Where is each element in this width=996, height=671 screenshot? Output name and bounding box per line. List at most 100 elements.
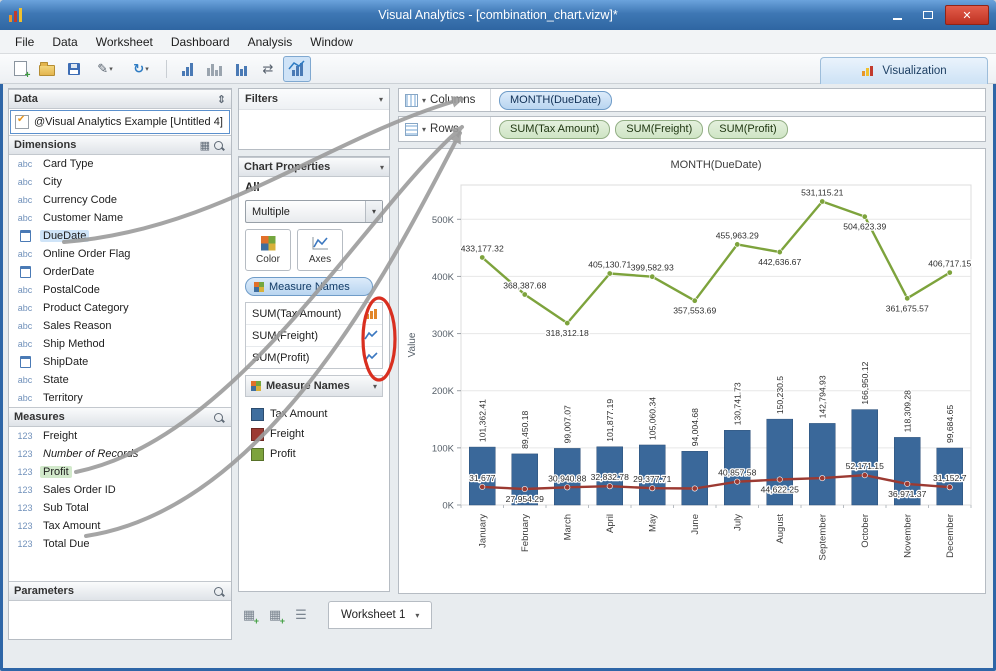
tab-worksheet-1[interactable]: Worksheet 1 ▾ [328, 601, 433, 629]
dimension-item-territory[interactable]: Territory [9, 389, 231, 407]
measure-item-freight[interactable]: Freight [9, 427, 231, 445]
properties-buttons: Color Axes [245, 229, 383, 271]
new-worksheet-button[interactable]: ▦ [238, 604, 260, 626]
chevron-down-icon[interactable]: ▾ [422, 96, 426, 105]
series-row-freight[interactable]: SUM(Freight) [246, 325, 382, 347]
series-label: SUM(Freight) [252, 329, 319, 342]
pill-month-duedate[interactable]: MONTH(DueDate) [499, 90, 613, 110]
text-type-icon [14, 393, 36, 403]
measure-item-sales-order-id[interactable]: Sales Order ID [9, 481, 231, 499]
bar-chart-type-icon[interactable] [365, 308, 378, 320]
line-chart-type-icon[interactable] [364, 351, 378, 364]
data-panel: Data ⇕ @Visual Analytics Example [Untitl… [8, 88, 232, 640]
datasource-row[interactable]: @Visual Analytics Example [Untitled 4] [10, 110, 230, 134]
svg-text:December: December [945, 514, 956, 558]
legend-item-profit[interactable]: Profit [247, 445, 381, 463]
menu-window[interactable]: Window [301, 30, 362, 53]
view-as-table-icon[interactable]: ▦ [200, 139, 210, 152]
dimension-item-shipdate[interactable]: ShipDate [9, 353, 231, 371]
measure-item-sub-total[interactable]: Sub Total [9, 499, 231, 517]
menu-file[interactable]: File [6, 30, 43, 53]
dimension-item-customer-name[interactable]: Customer Name [9, 209, 231, 227]
open-button[interactable] [35, 57, 59, 81]
menu-analysis[interactable]: Analysis [239, 30, 302, 53]
axes-button[interactable]: Axes [297, 229, 343, 271]
series-row-profit[interactable]: SUM(Profit) [246, 347, 382, 368]
measure-item-tax-amount[interactable]: Tax Amount [9, 517, 231, 535]
titlebar[interactable]: Visual Analytics - [combination_chart.vi… [0, 0, 996, 30]
dimension-item-city[interactable]: City [9, 173, 231, 191]
measure-label: Sales Order ID [43, 484, 116, 496]
menu-dashboard[interactable]: Dashboard [162, 30, 239, 53]
parameters-header: Parameters [9, 581, 231, 601]
dimension-item-product-category[interactable]: Product Category [9, 299, 231, 317]
measure-label: Sub Total [43, 502, 89, 514]
measure-names-pill[interactable]: Measure Names [245, 277, 373, 296]
svg-text:May: May [647, 514, 658, 532]
chevron-down-icon[interactable]: ▾ [365, 201, 382, 222]
sheet-list-button[interactable]: ☰ [290, 604, 312, 626]
pill-sum-tax-amount[interactable]: SUM(Tax Amount) [499, 119, 611, 139]
legend-header[interactable]: Measure Names ▾ [245, 375, 383, 397]
datasource-checkbox[interactable] [15, 114, 29, 129]
tab-visualization[interactable]: Visualization [820, 57, 988, 84]
dimension-item-card-type[interactable]: Card Type [9, 155, 231, 173]
measure-item-total-due[interactable]: Total Due [9, 535, 231, 553]
search-icon[interactable] [214, 412, 223, 422]
rows-shelf: ▾ Rows SUM(Tax Amount) SUM(Freight) SUM(… [398, 116, 986, 142]
minimize-button[interactable] [883, 6, 911, 24]
chevron-down-icon[interactable]: ▾ [373, 382, 377, 391]
dimension-item-online-order-flag[interactable]: Online Order Flag [9, 245, 231, 263]
column-chart-tool-button[interactable] [229, 57, 253, 81]
dimension-item-orderdate[interactable]: OrderDate [9, 263, 231, 281]
dimension-item-postalcode[interactable]: PostalCode [9, 281, 231, 299]
bar-chart-tool-button[interactable] [175, 57, 199, 81]
pill-sum-profit[interactable]: SUM(Profit) [708, 119, 788, 139]
dimension-item-duedate[interactable]: DueDate [9, 227, 231, 245]
search-icon[interactable] [214, 586, 223, 596]
dimension-item-ship-method[interactable]: Ship Method [9, 335, 231, 353]
new-workbook-button[interactable] [8, 57, 32, 81]
svg-text:52,171.15: 52,171.15 [846, 461, 884, 471]
design-button[interactable]: ✎ ▾ [89, 57, 121, 81]
color-button[interactable]: Color [245, 229, 291, 271]
dimension-item-currency-code[interactable]: Currency Code [9, 191, 231, 209]
columns-shelf-head[interactable]: ▾ Columns [399, 89, 491, 111]
pill-sum-freight[interactable]: SUM(Freight) [615, 119, 704, 139]
data-panel-title: Data [14, 93, 38, 105]
visualization-tab-label: Visualization [882, 65, 947, 77]
dimension-item-sales-reason[interactable]: Sales Reason [9, 317, 231, 335]
menu-data[interactable]: Data [43, 30, 86, 53]
sheet-tab-menu-caret[interactable]: ▾ [415, 611, 419, 620]
rows-shelf-head[interactable]: ▾ Rows [399, 117, 491, 141]
measure-item-number-of-records[interactable]: Number of Records [9, 445, 231, 463]
chart-type-dropdown[interactable]: Multiple ▾ [245, 200, 383, 223]
save-button[interactable] [62, 57, 86, 81]
chart-properties-header[interactable]: Chart Properties ▾ [239, 157, 389, 177]
maximize-button[interactable] [914, 6, 942, 24]
combination-chart[interactable]: MONTH(DueDate) 0K 100K 200K 300K 400K 500K Valu… [401, 151, 983, 591]
swap-axes-button[interactable]: ⇄ [256, 57, 280, 81]
menu-worksheet[interactable]: Worksheet [87, 30, 162, 53]
legend-item-tax-amount[interactable]: Tax Amount [247, 405, 381, 423]
search-icon[interactable] [214, 140, 223, 150]
series-row-tax-amount[interactable]: SUM(Tax Amount) [246, 303, 382, 325]
combination-chart-button-active[interactable] [283, 55, 311, 82]
chevron-down-icon[interactable]: ▾ [422, 125, 426, 134]
dimension-label: State [43, 374, 69, 386]
dimension-label: PostalCode [43, 284, 100, 296]
measure-names-pill-label: Measure Names [269, 280, 350, 293]
legend-item-freight[interactable]: Freight [247, 425, 381, 443]
ascending-bars-icon [181, 62, 193, 76]
chevron-down-icon[interactable]: ▾ [380, 163, 384, 172]
dimension-item-state[interactable]: State [9, 371, 231, 389]
refresh-button[interactable]: ↻ ▾ [124, 57, 158, 81]
grid-chart-tool-button[interactable] [202, 57, 226, 81]
new-dashboard-button[interactable]: ▦ [264, 604, 286, 626]
chevron-down-icon[interactable]: ▾ [379, 95, 383, 104]
sort-fields-icon[interactable]: ⇕ [217, 93, 226, 106]
measure-item-profit[interactable]: Profit [9, 463, 231, 481]
filters-header[interactable]: Filters ▾ [239, 89, 389, 110]
close-button[interactable]: ✕ [945, 5, 989, 25]
line-chart-type-icon[interactable] [364, 329, 378, 342]
